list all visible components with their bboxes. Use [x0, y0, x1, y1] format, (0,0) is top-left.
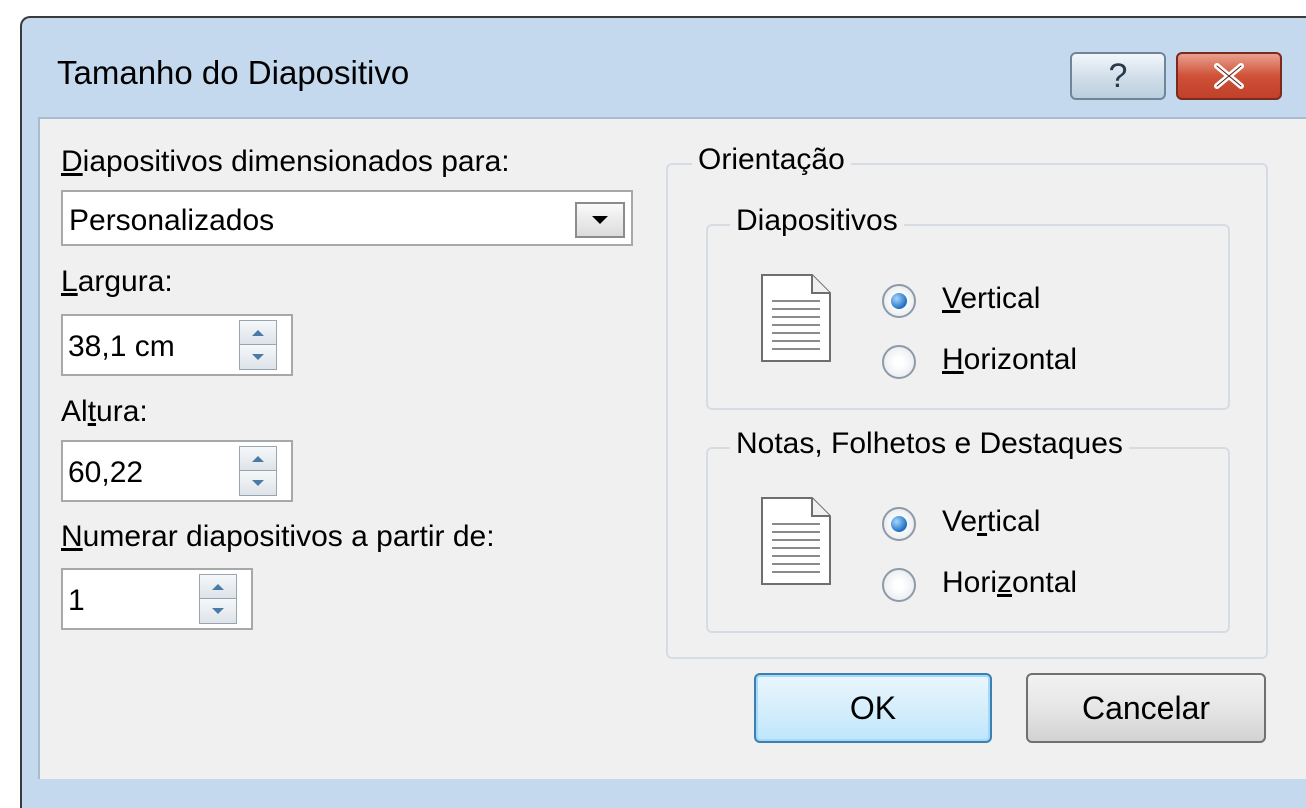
arrow-down-icon [252, 354, 264, 360]
height-spin-buttons [239, 446, 277, 496]
arrow-up-icon [252, 455, 264, 462]
notes-horizontal-label[interactable]: Horizontal [942, 566, 1077, 600]
slides-vertical-radio[interactable] [882, 284, 916, 318]
slide-size-combobox[interactable]: Personalizados [61, 190, 633, 246]
arrow-down-icon [252, 480, 264, 486]
height-decrement-button[interactable] [240, 471, 276, 495]
ok-button-label: OK [849, 689, 897, 726]
arrow-up-icon [252, 329, 264, 336]
slides-vertical-label[interactable]: Vertical [942, 282, 1040, 316]
orientation-legend: Orientação [692, 143, 851, 177]
number-slides-value: 1 [68, 584, 85, 617]
width-spin-buttons [239, 320, 277, 370]
number-increment-button[interactable] [200, 575, 236, 599]
slides-orientation-legend: Diapositivos [730, 204, 904, 238]
portrait-page-icon [761, 497, 831, 585]
chevron-down-icon [592, 216, 608, 224]
height-increment-button[interactable] [240, 447, 276, 471]
dialog-title: Tamanho do Diapositivo [57, 54, 410, 91]
notes-vertical-label[interactable]: Vertical [942, 505, 1040, 539]
arrow-up-icon [212, 583, 224, 590]
dropdown-button[interactable] [575, 202, 625, 238]
number-spin-buttons [199, 574, 237, 624]
cancel-button-label: Cancelar [1081, 689, 1211, 726]
arrow-down-icon [212, 608, 224, 614]
height-label: Altura: [61, 395, 148, 428]
ok-button[interactable]: OK [754, 673, 992, 743]
portrait-page-icon [761, 274, 831, 362]
notes-vertical-radio[interactable] [882, 507, 916, 541]
notes-horizontal-radio[interactable] [882, 568, 916, 602]
number-decrement-button[interactable] [200, 599, 236, 623]
radio-selected-dot [891, 516, 907, 532]
width-decrement-button[interactable] [240, 345, 276, 369]
notes-orientation-legend: Notas, Folhetos e Destaques [730, 427, 1129, 461]
width-increment-button[interactable] [240, 321, 276, 345]
width-value: 38,1 cm [68, 330, 175, 363]
close-x-icon [1214, 63, 1244, 89]
width-label: Largura: [61, 265, 173, 298]
height-value: 60,22 [68, 456, 144, 489]
number-slides-spinbox[interactable]: 1 [61, 568, 253, 630]
help-button[interactable]: ? [1070, 52, 1166, 100]
number-slides-label: Numerar diapositivos a partir de: [61, 520, 495, 553]
slides-horizontal-label[interactable]: Horizontal [942, 343, 1077, 377]
slides-horizontal-radio[interactable] [882, 345, 916, 379]
slide-size-label: Diapositivos dimensionados para: [61, 145, 510, 178]
width-spinbox[interactable]: 38,1 cm [61, 314, 293, 376]
help-icon: ? [1108, 56, 1128, 95]
cancel-button[interactable]: Cancelar [1026, 673, 1266, 743]
radio-selected-dot [891, 293, 907, 309]
height-spinbox[interactable]: 60,22 [61, 440, 293, 502]
slide-size-value: Personalizados [69, 204, 275, 237]
close-button[interactable] [1176, 52, 1282, 100]
